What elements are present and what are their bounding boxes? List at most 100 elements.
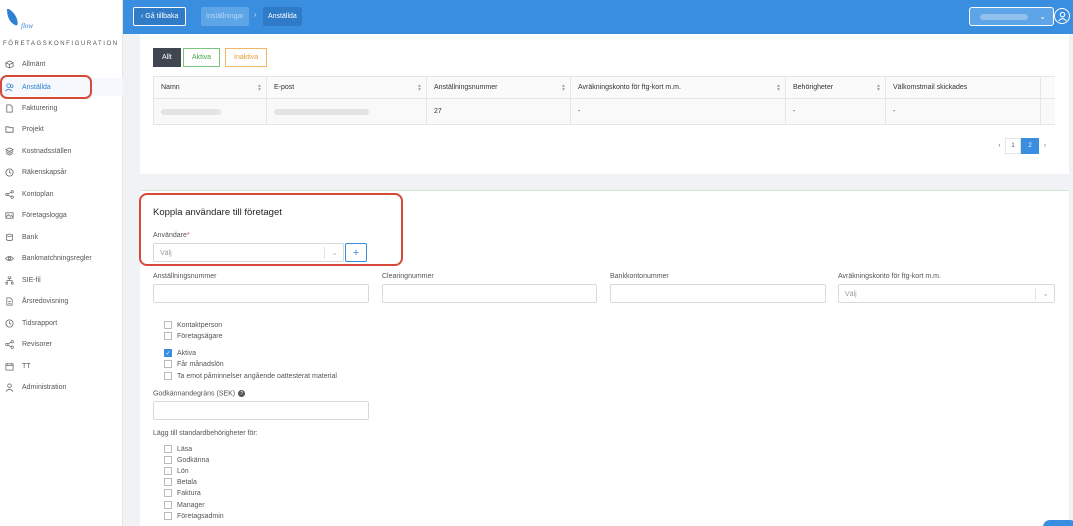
checkbox-perm-salary[interactable]: Lön xyxy=(164,466,189,476)
sidebar-item-kontoplan[interactable]: Kontoplan xyxy=(0,185,123,203)
sidebar-item-label: Projekt xyxy=(22,125,44,133)
column-header-employee-number[interactable]: Anställningsnummer ▴ ▾ xyxy=(427,77,571,98)
help-icon[interactable]: ? xyxy=(238,390,246,397)
sidebar-section-title: FÖRETAGSKONFIGURATION xyxy=(3,41,119,47)
sidebar-item-bankmatchningsregler[interactable]: Bankmatchningsregler xyxy=(0,249,123,267)
column-header-account[interactable]: Avräkningskonto för ftg-kort m.m. ▴ ▾ xyxy=(571,77,786,98)
column-header-name[interactable]: Namn ▴ ▾ xyxy=(153,77,267,98)
checkbox-monthly-salary[interactable]: Får månadslön xyxy=(164,359,224,369)
pagination-page-1[interactable]: 1 xyxy=(1005,138,1021,154)
sidebar-item-administration[interactable]: Administration xyxy=(0,378,123,396)
checkbox-perm-approve[interactable]: Godkänna xyxy=(164,455,209,465)
clearing-label: Clearingnummer xyxy=(382,273,434,280)
company-name-redacted xyxy=(980,14,1028,20)
checkbox-perm-invoice[interactable]: Faktura xyxy=(164,488,201,498)
pagination-next[interactable]: › xyxy=(1039,138,1051,154)
clearing-input[interactable] xyxy=(382,284,597,303)
account-label: Avräkningskonto för ftg-kort m.m. xyxy=(838,273,941,280)
sidebar-item-label: Administration xyxy=(22,383,67,391)
sidebar-item-sie-fil[interactable]: SIE-fil xyxy=(0,271,123,289)
employees-panel: Allt Aktiva Inaktiva Namn ▴ ▾ E-post ▴ ▾ Ans… xyxy=(140,34,1069,174)
sidebar-item-label: Kontoplan xyxy=(22,190,54,198)
checkbox-box[interactable] xyxy=(164,467,172,475)
checkbox-contact-person[interactable]: Kontaktperson xyxy=(164,320,222,330)
account-select[interactable]: Välj ⌄ xyxy=(838,284,1055,303)
sidebar-item-projekt[interactable]: Projekt xyxy=(0,120,123,138)
sidebar-item-label: Räkenskapsår xyxy=(22,168,67,176)
filter-all[interactable]: Allt xyxy=(153,48,181,67)
cell-permissions: - xyxy=(786,99,886,124)
employee-number-input[interactable] xyxy=(153,284,369,303)
checkbox-box[interactable] xyxy=(164,501,172,509)
checkbox-box[interactable] xyxy=(164,456,172,464)
checkbox-box[interactable] xyxy=(164,445,172,453)
sidebar-item-label: Bank xyxy=(22,233,38,241)
sidebar-item-bank[interactable]: Bank xyxy=(0,228,123,246)
sidebar-item-label: Kostnadsställen xyxy=(22,147,72,155)
sidebar-item-foretagslogga[interactable]: Företagslogga xyxy=(0,206,123,224)
user-avatar[interactable] xyxy=(1054,8,1070,24)
table-header-row: Namn ▴ ▾ E-post ▴ ▾ Anställningsnummer ▴ ▾ Avr… xyxy=(153,76,1055,99)
cell-employee-number: 27 xyxy=(427,99,571,124)
cell-name xyxy=(153,99,267,124)
sidebar-item-label: TT xyxy=(22,362,31,370)
checkbox-box[interactable] xyxy=(164,489,172,497)
svg-text:flow: flow xyxy=(21,22,33,30)
company-select[interactable]: ⌄ xyxy=(969,7,1054,26)
checkbox-perm-read[interactable]: Läsa xyxy=(164,444,192,454)
checkbox-perm-manager[interactable]: Manager xyxy=(164,500,205,510)
account-select-placeholder: Välj xyxy=(845,291,857,298)
pagination-page-2[interactable]: 2 xyxy=(1021,138,1039,154)
checkbox-box-checked[interactable]: ✓ xyxy=(164,349,172,357)
back-button[interactable]: ‹ Gå tillbaka xyxy=(133,7,187,26)
sidebar-item-rakenskapsar[interactable]: Räkenskapsår xyxy=(0,163,123,181)
sort-icon: ▴ ▾ xyxy=(876,83,880,93)
sidebar-item-label: Allmänt xyxy=(22,60,46,68)
checkbox-company-owner[interactable]: Företagsägare xyxy=(164,331,223,341)
sidebar-item-fakturering[interactable]: Fakturering xyxy=(0,99,123,117)
checkbox-box[interactable] xyxy=(164,478,172,486)
sidebar-item-label: Årsredovisning xyxy=(22,297,69,305)
redacted-email xyxy=(274,108,369,115)
checkbox-box[interactable] xyxy=(164,360,172,368)
sidebar-item-allmant[interactable]: Allmänt xyxy=(0,55,123,73)
sidebar-item-revisorer[interactable]: Revisorer xyxy=(0,335,123,353)
redacted-name xyxy=(161,108,221,115)
checkbox-perm-company-admin[interactable]: Företagsadmin xyxy=(164,511,224,521)
checkbox-box[interactable] xyxy=(164,512,172,520)
standard-permissions-label: Lägg till standardbehörigheter för: xyxy=(153,430,258,437)
column-header-permissions[interactable]: Behörigheter ▴ ▾ xyxy=(786,77,886,98)
cell-email xyxy=(267,99,427,124)
checkbox-box[interactable] xyxy=(164,332,172,340)
cell-welcome: - xyxy=(886,99,1041,124)
checkbox-reminders[interactable]: Ta emot påminnelser angående oattesterat… xyxy=(164,371,337,381)
sort-icon: ▴ ▾ xyxy=(257,83,261,93)
sidebar-item-kostnadsstallen[interactable]: Kostnadsställen xyxy=(0,142,123,160)
filter-inactive[interactable]: Inaktiva xyxy=(225,48,268,67)
sidebar-item-arsredovisning[interactable]: Årsredovisning xyxy=(0,292,123,310)
folder-icon xyxy=(5,125,14,134)
approval-limit-input[interactable] xyxy=(153,401,369,420)
bank-account-input[interactable] xyxy=(610,284,826,303)
sidebar-item-tidsrapport[interactable]: Tidsrapport xyxy=(0,314,123,332)
chat-button[interactable] xyxy=(1043,520,1073,526)
sidebar-item-label: Revisorer xyxy=(22,340,52,348)
filter-active[interactable]: Aktiva xyxy=(183,48,221,67)
column-header-welcome[interactable]: Välkomstmail skickades xyxy=(886,77,1041,98)
checkbox-perm-pay[interactable]: Betala xyxy=(164,477,197,487)
clock-icon xyxy=(5,318,14,328)
checkbox-box[interactable] xyxy=(164,321,172,329)
table-row[interactable]: 27 - - - xyxy=(153,99,1055,125)
column-header-email[interactable]: E-post ▴ ▾ xyxy=(267,77,427,98)
database-icon xyxy=(5,233,14,242)
sort-icon: ▴ ▾ xyxy=(417,83,421,93)
highlight-annotation xyxy=(139,193,403,266)
breadcrumb-settings[interactable]: Inställningar xyxy=(201,7,249,26)
approval-limit-label: Godkännandegräns (SEK)? xyxy=(153,390,246,397)
cube-icon xyxy=(5,59,14,69)
sidebar-item-tt[interactable]: TT xyxy=(0,357,123,375)
checkbox-box[interactable] xyxy=(164,372,172,380)
bank-account-label: Bankkontonummer xyxy=(610,273,669,280)
checkbox-active[interactable]: ✓ Aktiva xyxy=(164,348,196,358)
sidebar-item-label: Företagslogga xyxy=(22,211,67,219)
